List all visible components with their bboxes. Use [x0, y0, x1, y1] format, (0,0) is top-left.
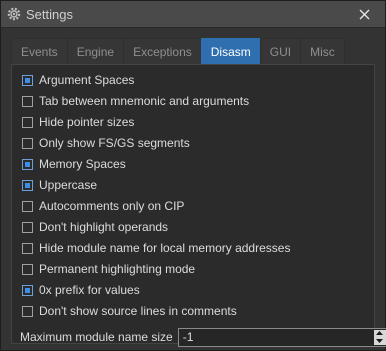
option-label: 0x prefix for values [39, 283, 140, 297]
option-argument-spaces[interactable]: Argument Spaces [22, 71, 134, 89]
checkbox[interactable] [22, 221, 33, 233]
checkbox[interactable] [22, 95, 33, 107]
tab-misc[interactable]: Misc [300, 38, 345, 65]
checkbox[interactable] [22, 137, 33, 149]
chevron-up-icon [376, 331, 384, 336]
tab-gui[interactable]: GUI [259, 38, 302, 65]
option-memory-spaces[interactable]: Memory Spaces [22, 155, 126, 173]
settings-tabs: Events Engine Exceptions Disasm GUI Misc [11, 38, 345, 65]
option-label: Tab between mnemonic and arguments [39, 94, 250, 108]
close-icon [359, 9, 369, 19]
option-hide-pointer-sizes[interactable]: Hide pointer sizes [22, 113, 134, 131]
checkbox[interactable] [22, 284, 33, 296]
max-module-name-spinbox[interactable] [177, 327, 386, 347]
option-autocomments-cip[interactable]: Autocomments only on CIP [22, 197, 184, 215]
option-label: Uppercase [39, 178, 98, 192]
checkbox[interactable] [22, 263, 33, 275]
disasm-panel: Argument Spaces Tab between mnemonic and… [11, 64, 386, 347]
option-label: Autocomments only on CIP [39, 199, 185, 213]
tab-exceptions[interactable]: Exceptions [123, 38, 202, 65]
option-dont-show-source-lines[interactable]: Don't show source lines in comments [22, 302, 237, 320]
option-label: Argument Spaces [39, 73, 135, 87]
option-0x-prefix[interactable]: 0x prefix for values [22, 281, 140, 299]
tab-disasm[interactable]: Disasm [200, 38, 261, 65]
close-button[interactable] [355, 5, 373, 23]
chevron-down-icon [376, 338, 384, 343]
option-uppercase[interactable]: Uppercase [22, 176, 97, 194]
checkbox[interactable] [22, 74, 33, 86]
title-bar[interactable]: Settings [1, 1, 385, 28]
tab-events[interactable]: Events [11, 38, 68, 65]
spin-up-button[interactable] [374, 330, 386, 338]
option-label: Hide pointer sizes [39, 115, 135, 129]
gear-icon [7, 7, 21, 21]
max-module-name-label: Maximum module name size [20, 330, 173, 344]
option-label: Only show FS/GS segments [39, 136, 190, 150]
option-label: Don't show source lines in comments [39, 304, 237, 318]
settings-window: Settings Events Engine Exceptions Disasm… [0, 0, 386, 351]
checkbox[interactable] [22, 179, 33, 191]
max-module-name-input[interactable] [178, 329, 386, 345]
checkbox[interactable] [22, 158, 33, 170]
checkbox[interactable] [22, 116, 33, 128]
option-permanent-highlighting[interactable]: Permanent highlighting mode [22, 260, 195, 278]
spin-down-button[interactable] [374, 337, 386, 345]
spin-buttons [373, 329, 386, 345]
option-hide-module-name[interactable]: Hide module name for local memory addres… [22, 239, 290, 257]
tab-engine[interactable]: Engine [66, 38, 125, 65]
window-title: Settings [26, 6, 73, 22]
option-label: Don't highlight operands [39, 220, 169, 234]
max-module-name-row: Maximum module name size [20, 327, 386, 347]
option-tab-between-mnemonic[interactable]: Tab between mnemonic and arguments [22, 92, 249, 110]
option-label: Memory Spaces [39, 157, 126, 171]
checkbox[interactable] [22, 200, 33, 212]
option-dont-highlight-operands[interactable]: Don't highlight operands [22, 218, 168, 236]
checkbox[interactable] [22, 305, 33, 317]
checkbox[interactable] [22, 242, 33, 254]
option-label: Hide module name for local memory addres… [39, 241, 291, 255]
option-label: Permanent highlighting mode [39, 262, 196, 276]
option-only-show-fs-gs[interactable]: Only show FS/GS segments [22, 134, 190, 152]
